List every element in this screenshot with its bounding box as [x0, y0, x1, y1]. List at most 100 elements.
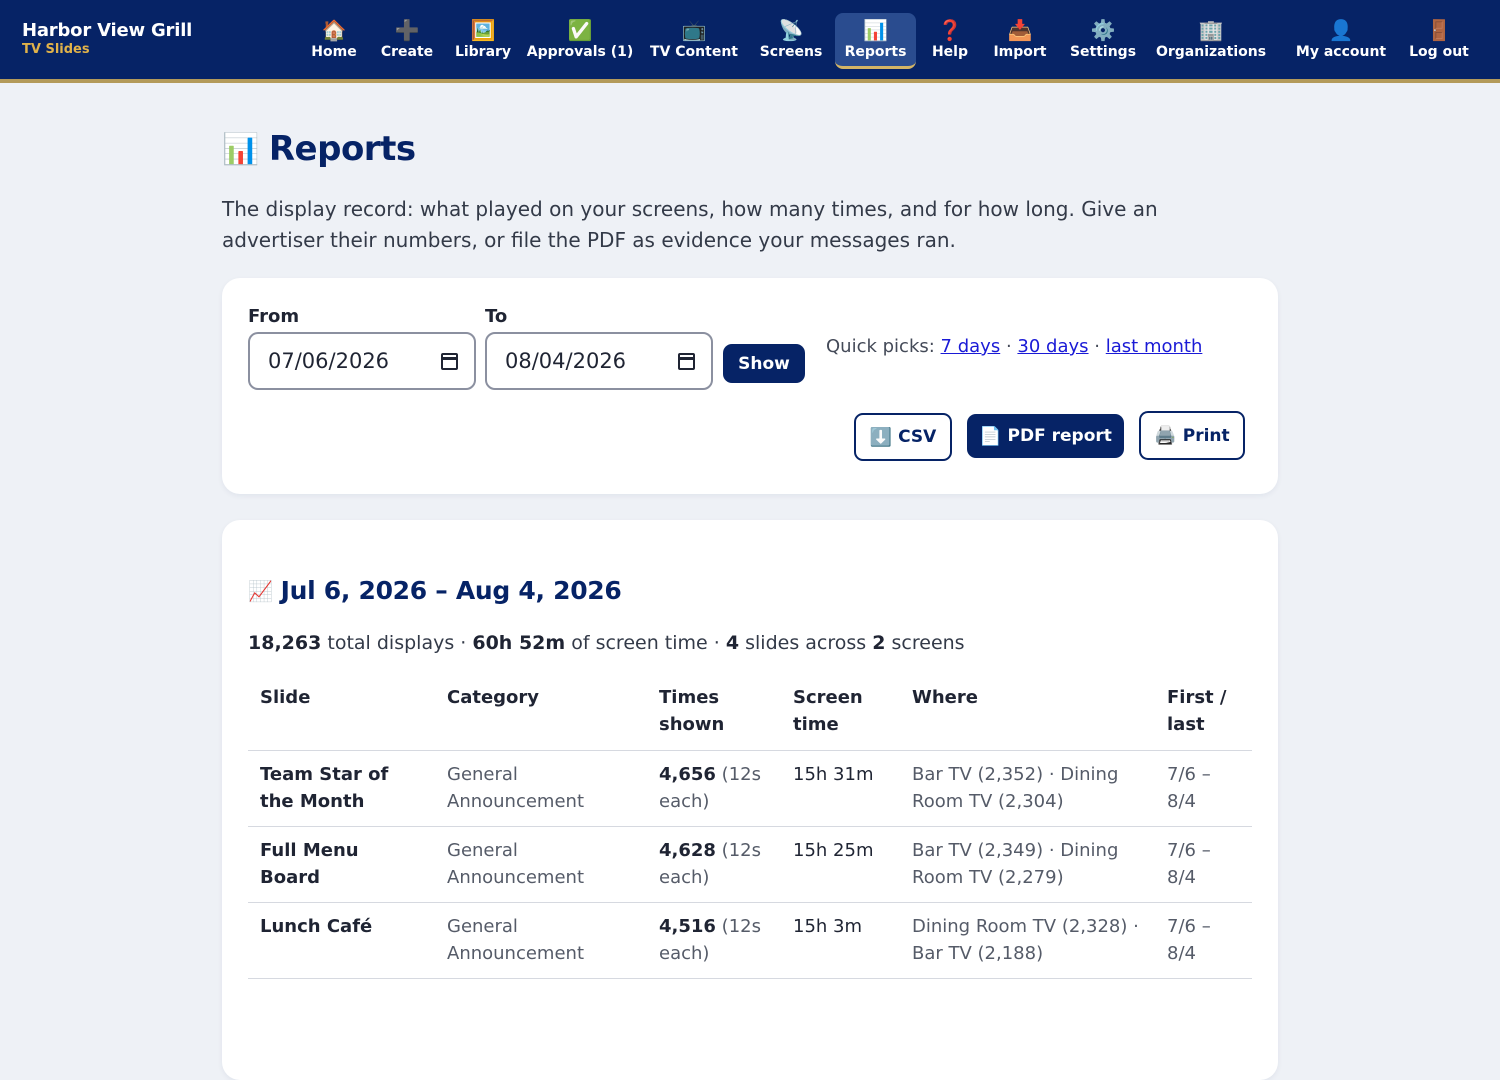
document-icon: 📄: [979, 425, 1002, 447]
report-results-card: 📈 Jul 6, 2026 – Aug 4, 2026 18,263 total…: [222, 520, 1278, 1080]
page-title: 📊 Reports: [222, 129, 416, 169]
download-arrow-icon: ⬇️: [869, 426, 893, 448]
slides-count: 4: [725, 632, 740, 654]
to-date-input[interactable]: 08/04/2026: [485, 332, 713, 390]
quick-picks-label: Quick picks:: [826, 336, 935, 357]
column-header-where[interactable]: Where: [900, 674, 1155, 751]
calendar-icon[interactable]: [678, 352, 695, 370]
top-navigation-bar: Harbor View Grill TV Slides 🏠 Home ➕ Cre…: [0, 0, 1500, 83]
csv-button[interactable]: ⬇️ CSV: [854, 413, 952, 461]
nav-library-label: Library: [454, 44, 512, 60]
nav-create[interactable]: ➕ Create: [380, 13, 434, 69]
nav-my-account-label: My account: [1295, 44, 1387, 60]
to-date-value: 08/04/2026: [505, 349, 627, 373]
where: Bar TV (2,352) · Dining Room TV (2,304): [900, 750, 1155, 827]
nav-screens[interactable]: 📡 Screens: [759, 13, 823, 69]
slide-category: General Announcement: [435, 750, 647, 827]
quick-pick-7-days[interactable]: 7 days: [941, 336, 1001, 357]
show-button[interactable]: Show: [723, 344, 805, 383]
quick-pick-last-month[interactable]: last month: [1106, 336, 1203, 357]
table-row: Lunch Café General Announcement 4,516 (1…: [248, 902, 1252, 979]
where: Bar TV (2,349) · Dining Room TV (2,279): [900, 826, 1155, 903]
nav-approvals-label: Approvals (1): [526, 44, 634, 60]
gear-icon: ⚙️: [1090, 18, 1116, 42]
times-shown: 4,628 (12s each): [647, 826, 781, 903]
nav-reports[interactable]: 📊 Reports: [835, 13, 916, 69]
nav-tv-content[interactable]: 📺 TV Content: [650, 13, 738, 69]
picture-icon: 🖼️: [470, 18, 496, 42]
times-shown: 4,516 (12s each): [647, 902, 781, 979]
brand-subtitle: TV Slides: [22, 42, 90, 57]
screen-time: 15h 31m: [781, 750, 900, 827]
brand[interactable]: Harbor View Grill TV Slides: [22, 20, 192, 57]
nav-import[interactable]: 📥 Import: [992, 13, 1048, 69]
question-mark-icon: ❓: [937, 18, 963, 42]
from-date-input[interactable]: 07/06/2026: [248, 332, 476, 390]
television-icon: 📺: [681, 18, 707, 42]
from-date-value: 07/06/2026: [268, 349, 390, 373]
table-header-row: Slide Category Times shown Screen time W…: [248, 674, 1252, 751]
user-silhouette-icon: 👤: [1328, 18, 1354, 42]
screens-count: 2: [872, 632, 886, 654]
times-shown: 4,656 (12s each): [647, 750, 781, 827]
csv-button-label: CSV: [898, 427, 937, 447]
nav-organizations[interactable]: 🏢 Organizations: [1155, 13, 1267, 69]
print-button-label: Print: [1182, 425, 1230, 446]
nav-library[interactable]: 🖼️ Library: [454, 13, 512, 69]
screen-time-total: 60h 52m: [472, 632, 566, 654]
print-button[interactable]: 🖨️ Print: [1139, 411, 1245, 460]
nav-home[interactable]: 🏠 Home: [311, 13, 357, 69]
screen-time: 15h 3m: [781, 902, 900, 979]
nav-tv-content-label: TV Content: [650, 44, 738, 60]
column-header-category[interactable]: Category: [435, 674, 647, 751]
from-label: From: [248, 306, 300, 327]
table-row: Team Star of the Month General Announcem…: [248, 750, 1252, 827]
satellite-dish-icon: 📡: [778, 18, 804, 42]
slide-name: Team Star of the Month: [248, 750, 435, 827]
nav-create-label: Create: [380, 44, 434, 60]
first-last: 7/6 – 8/4: [1155, 826, 1252, 903]
column-header-times-shown[interactable]: Times shown: [647, 674, 781, 751]
screen-time: 15h 25m: [781, 826, 900, 903]
table-row: Full Menu Board General Announcement 4,6…: [248, 826, 1252, 903]
slide-name: Lunch Café: [248, 902, 435, 979]
slide-name: Full Menu Board: [248, 826, 435, 903]
column-header-slide[interactable]: Slide: [248, 674, 435, 751]
nav-log-out-label: Log out: [1409, 44, 1469, 60]
nav-help[interactable]: ❓ Help: [930, 13, 970, 69]
report-filters-card: From 07/06/2026 To 08/04/2026 Show Quick…: [222, 278, 1278, 494]
office-building-icon: 🏢: [1198, 18, 1224, 42]
nav-settings[interactable]: ⚙️ Settings: [1070, 13, 1136, 69]
bar-chart-icon: 📊: [222, 131, 259, 167]
nav-import-label: Import: [993, 44, 1047, 60]
column-header-screen-time[interactable]: Screen time: [781, 674, 900, 751]
pdf-report-button-label: PDF report: [1007, 426, 1112, 446]
date-range-title: 📈 Jul 6, 2026 – Aug 4, 2026: [248, 576, 622, 605]
nav-screens-label: Screens: [759, 44, 823, 60]
slides-report-table: Slide Category Times shown Screen time W…: [248, 674, 1252, 979]
first-last: 7/6 – 8/4: [1155, 750, 1252, 827]
first-last: 7/6 – 8/4: [1155, 902, 1252, 979]
page-title-text: Reports: [268, 129, 416, 169]
quick-pick-30-days[interactable]: 30 days: [1017, 336, 1088, 357]
inbox-tray-icon: 📥: [1007, 18, 1033, 42]
date-range-text: Jul 6, 2026 – Aug 4, 2026: [280, 576, 622, 605]
nav-reports-label: Reports: [844, 44, 907, 60]
calendar-icon[interactable]: [441, 352, 458, 370]
plus-icon: ➕: [394, 18, 420, 42]
door-icon: 🚪: [1426, 18, 1452, 42]
checkmark-icon: ✅: [567, 18, 593, 42]
slide-category: General Announcement: [435, 826, 647, 903]
report-summary: 18,263 total displays · 60h 52m of scree…: [248, 632, 965, 654]
nav-help-label: Help: [931, 44, 969, 60]
brand-title: Harbor View Grill: [22, 20, 193, 41]
nav-approvals[interactable]: ✅ Approvals (1): [527, 13, 634, 69]
nav-my-account[interactable]: 👤 My account: [1296, 13, 1386, 69]
bar-chart-icon: 📊: [863, 18, 888, 42]
nav-home-label: Home: [311, 44, 357, 60]
total-displays-count: 18,263: [248, 632, 322, 654]
nav-log-out[interactable]: 🚪 Log out: [1408, 13, 1470, 69]
nav-organizations-label: Organizations: [1155, 44, 1267, 60]
pdf-report-button[interactable]: 📄 PDF report: [967, 414, 1124, 458]
column-header-first-last[interactable]: First / last: [1155, 674, 1252, 751]
